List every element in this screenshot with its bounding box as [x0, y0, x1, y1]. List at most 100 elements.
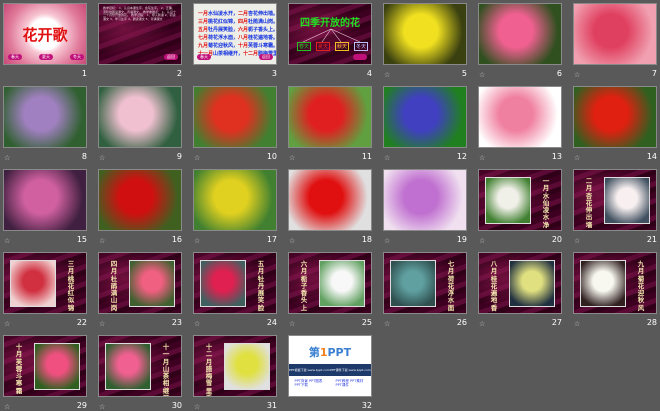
- slide-thumbnail-27[interactable]: 八月桂花遍地香: [478, 252, 562, 314]
- slide-thumbnail-13[interactable]: [478, 86, 562, 148]
- slide-thumbnail-31[interactable]: 十二月腊梅雪里香: [193, 335, 277, 397]
- slide-transition-icon[interactable]: ☆: [4, 155, 12, 162]
- slide-thumbnail-15[interactable]: [3, 169, 87, 231]
- season-label: 秋天: [335, 42, 350, 51]
- slide-transition-icon[interactable]: ☆: [574, 238, 582, 245]
- slide-thumbnail-11[interactable]: [288, 86, 372, 148]
- slide-photo: [384, 170, 466, 230]
- slide-thumbnail-18[interactable]: [288, 169, 372, 231]
- slide-thumbnail-12[interactable]: [383, 86, 467, 148]
- slide-thumbnail-3[interactable]: 一月水仙凌水开，二月杏花伸出墙。 三月桃花红似锦，四月杜鹃满山岗。 五月牡丹展笑脸，…: [193, 3, 277, 65]
- slide-thumbnail-14[interactable]: [573, 86, 657, 148]
- slide-number: 31: [266, 401, 277, 410]
- slide-thumbnail-7[interactable]: [573, 3, 657, 65]
- slide-thumbnail-16[interactable]: [98, 169, 182, 231]
- ad-link[interactable]: PPT教程 PPT素材 PPT课件: [336, 379, 366, 387]
- slide-caption: 十一月山茶相继开: [162, 343, 170, 396]
- slide-transition-icon[interactable]: ☆: [4, 238, 12, 245]
- slide-photo: [390, 260, 436, 307]
- slide-number: 27: [551, 318, 562, 327]
- slide-thumbnail-29[interactable]: 十月芙蓉斗寒霜: [3, 335, 87, 397]
- slide-nav-button: 冬天: [70, 54, 84, 60]
- slide-transition-icon[interactable]: ☆: [574, 155, 582, 162]
- slide-caption: 十月芙蓉斗寒霜: [15, 343, 23, 395]
- slide-nav-button: 春天: [197, 54, 211, 60]
- ad-logo: 第1PPT: [289, 344, 371, 360]
- poem-segment: 栀子香头上。: [248, 27, 277, 33]
- slide-number: 19: [456, 235, 467, 244]
- slide-thumbnail-22[interactable]: 三月桃花红似锦: [3, 252, 87, 314]
- slide-thumbnail-5[interactable]: [383, 3, 467, 65]
- slide-photo: [224, 343, 270, 390]
- slide-thumbnail-26[interactable]: 七月荷花浮水面: [383, 252, 467, 314]
- slide-transition-icon[interactable]: ☆: [479, 321, 487, 328]
- slide-thumbnail-25[interactable]: 六月栀子香头上: [288, 252, 372, 314]
- slide-thumbnail-19[interactable]: [383, 169, 467, 231]
- slide-transition-icon[interactable]: ☆: [384, 321, 392, 328]
- poem-segment: 五月: [198, 27, 209, 33]
- slide-transition-icon[interactable]: ☆: [99, 155, 107, 162]
- slide-transition-icon[interactable]: ☆: [574, 72, 582, 79]
- slide-number: 9: [176, 152, 182, 161]
- slide-transition-icon[interactable]: ☆: [574, 321, 582, 328]
- slide-nav-button: 返回: [164, 54, 178, 60]
- poem-segment: 六月: [238, 27, 249, 33]
- slide-transition-icon[interactable]: ☆: [289, 238, 297, 245]
- slide-thumbnail-32[interactable]: 第1PPT PPT模板下载 www.1ppt.com PPT课件下载 www.1pp…: [288, 335, 372, 397]
- slide-transition-icon[interactable]: ☆: [479, 72, 487, 79]
- slide-thumbnail-23[interactable]: 四月杜鹃满山岗: [98, 252, 182, 314]
- slide-thumbnail-10[interactable]: [193, 86, 277, 148]
- slide-thumbnail-6[interactable]: [478, 3, 562, 65]
- slide-transition-icon[interactable]: ☆: [99, 404, 107, 411]
- slide-transition-icon[interactable]: ☆: [194, 321, 202, 328]
- ad-link[interactable]: PPT背景 PPT图表 PPT下载: [295, 379, 325, 387]
- slide-thumbnail-20[interactable]: 一月水仙凌水净: [478, 169, 562, 231]
- slide-transition-icon[interactable]: ☆: [99, 321, 107, 328]
- slide-transition-icon[interactable]: ☆: [479, 238, 487, 245]
- slide-photo: [485, 177, 531, 224]
- season-label: 春天: [297, 42, 312, 51]
- slide-transition-icon[interactable]: ☆: [4, 321, 12, 328]
- slide-thumbnail-9[interactable]: [98, 86, 182, 148]
- slide-transition-icon[interactable]: ☆: [194, 404, 202, 411]
- slide-photo: [10, 260, 56, 307]
- poem-text: 一月水仙凌水开，二月杏花伸出墙。 三月桃花红似锦，四月杜鹃满山岗。 五月牡丹展笑脸，…: [194, 4, 276, 58]
- slide-number: 10: [266, 152, 277, 161]
- slide-thumbnail-8[interactable]: [3, 86, 87, 148]
- slide-caption: 十二月腊梅雪里香: [205, 343, 213, 396]
- poem-line: 三月桃花红似锦，四月杜鹃满山岗。: [194, 18, 276, 26]
- slide-photo: [194, 87, 276, 147]
- slide-caption: 一月水仙凌水净: [542, 177, 550, 229]
- slide-thumbnail-2[interactable]: 教学目标： 1、认识本课生字，会写生字。 2、正确、流利地朗读课文，背诵课文。 …: [98, 3, 182, 65]
- slide-nav-button: 夏天: [39, 54, 53, 60]
- slide-transition-icon[interactable]: ☆: [4, 404, 12, 411]
- slide-thumbnail-17[interactable]: [193, 169, 277, 231]
- poem-segment: 桃花红似锦，: [208, 19, 239, 25]
- slide-transition-icon[interactable]: ☆: [384, 155, 392, 162]
- slide-number: 26: [456, 318, 467, 327]
- slide-thumbnail-4[interactable]: 四季开放的花 春天 夏天 秋天 冬天: [288, 3, 372, 65]
- slide-photo: [509, 260, 555, 307]
- slide-number: 24: [266, 318, 277, 327]
- slide-transition-icon[interactable]: ☆: [289, 155, 297, 162]
- slide-photo: [384, 87, 466, 147]
- slide-transition-icon[interactable]: ☆: [194, 155, 202, 162]
- slide-transition-icon[interactable]: ☆: [384, 72, 392, 79]
- slide-thumbnail-1[interactable]: 花开歌 春天 夏天 冬天: [3, 3, 87, 65]
- slide-thumbnail-21[interactable]: 二月杏花伸出墙: [573, 169, 657, 231]
- slide-caption: 三月桃花红似锦: [67, 260, 75, 312]
- slide-transition-icon[interactable]: ☆: [99, 238, 107, 245]
- slide-number: 15: [76, 235, 87, 244]
- slide-photo: [99, 170, 181, 230]
- slide-transition-icon[interactable]: ☆: [289, 321, 297, 328]
- poem-segment: 九月: [198, 43, 209, 49]
- slide-thumbnail-30[interactable]: 十一月山茶相继开: [98, 335, 182, 397]
- slide-transition-icon[interactable]: ☆: [479, 155, 487, 162]
- slide-number: 30: [171, 401, 182, 410]
- slide-transition-icon[interactable]: ☆: [384, 238, 392, 245]
- slide-thumbnail-28[interactable]: 九月菊花迎秋风: [573, 252, 657, 314]
- slide-thumbnail-24[interactable]: 五月牡丹展笑脸: [193, 252, 277, 314]
- slide-transition-icon[interactable]: ☆: [194, 238, 202, 245]
- slide-number: 14: [646, 152, 657, 161]
- slide-number: 20: [551, 235, 562, 244]
